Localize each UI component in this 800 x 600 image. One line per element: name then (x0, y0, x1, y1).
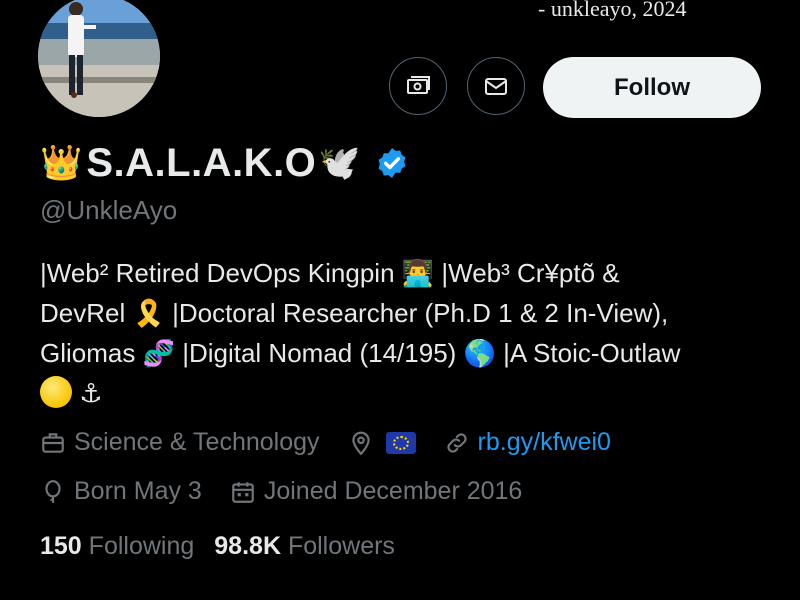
bio-text: |Web³ Cr¥ptõ & (441, 258, 620, 288)
yellow-circle-icon (40, 376, 72, 408)
verified-badge-icon[interactable] (375, 146, 409, 180)
display-name-row: 👑 S.A.L.A.K.O 🕊️ (40, 138, 409, 188)
calendar-icon (232, 481, 254, 503)
followers-count: 98.8K (214, 532, 281, 560)
anchor-emoji: ⚓ (79, 378, 103, 408)
globe-emoji: 🌎 (463, 338, 496, 368)
profile-meta-row-2: Born May 3 Joined December 2016 (40, 477, 550, 506)
follow-stats: 150 Following 98.8K Followers (40, 532, 415, 561)
dna-emoji: 🧬 (142, 338, 175, 368)
bio-text: |Digital Nomad (14/195) (182, 338, 457, 368)
eu-flag-icon (385, 431, 416, 454)
following-count: 150 (40, 532, 82, 560)
money-icon (407, 76, 430, 94)
followers-link[interactable]: 98.8K Followers (214, 532, 395, 561)
follow-button[interactable]: Follow (543, 57, 761, 118)
location-pin-icon (351, 431, 370, 455)
display-name: S.A.L.A.K.O (86, 140, 317, 185)
bio-text: |Doctoral Researcher (Ph.D 1 & 2 In-View… (172, 298, 669, 328)
bio-text: Gliomas (40, 338, 136, 368)
avatar[interactable] (38, 0, 160, 117)
balloon-icon (45, 479, 61, 503)
crown-icon: 👑 (40, 144, 83, 182)
profile-website-link[interactable]: rb.gy/kfwei0 (478, 428, 611, 457)
mail-icon (485, 78, 507, 95)
birthday-label: Born May 3 (74, 477, 202, 505)
technologist-emoji: 👨‍💻 (401, 258, 435, 288)
link-icon (446, 432, 467, 453)
profile-meta-row-1: Science & Technology rb.gy/kfwei0 (40, 428, 639, 457)
handle: @UnkleAyo (40, 195, 178, 225)
subscribe-button[interactable] (389, 57, 447, 115)
dove-icon: 🕊️ (318, 144, 361, 182)
ribbon-emoji: 🎗️ (132, 298, 165, 328)
briefcase-icon (42, 432, 64, 453)
category-label: Science & Technology (74, 428, 320, 456)
followers-label: Followers (287, 532, 395, 560)
bio-text: DevRel (40, 298, 126, 328)
joined-date-label: Joined December 2016 (263, 477, 523, 505)
bio: |Web² Retired DevOps Kingpin 👨‍💻 |Web³ C… (40, 253, 780, 413)
banner-caption: - unkleayo, 2024 (538, 0, 687, 21)
following-label: Following (88, 532, 195, 560)
message-button[interactable] (467, 57, 525, 115)
following-link[interactable]: 150 Following (40, 532, 194, 561)
bio-text: |A Stoic-Outlaw (503, 338, 681, 368)
bio-text: |Web² Retired DevOps Kingpin (40, 258, 395, 288)
